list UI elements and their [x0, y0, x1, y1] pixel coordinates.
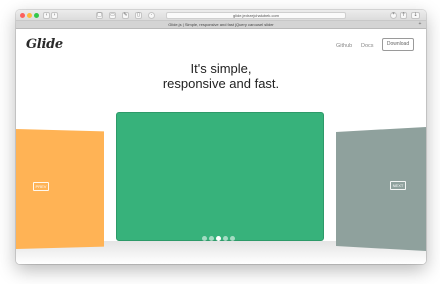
carousel-bullet[interactable] — [209, 236, 214, 241]
address-bar[interactable]: glide.jedrzejchalubek.com — [166, 12, 346, 19]
download-list-button[interactable]: ↓ — [411, 12, 420, 19]
download-button[interactable]: Download — [382, 38, 414, 51]
carousel-prev-button[interactable]: PREV — [33, 182, 49, 191]
headline-line-2: responsive and fast. — [162, 76, 280, 91]
download-icon: ↓ — [413, 12, 418, 18]
headline-line-1: It's simple, — [190, 61, 252, 76]
sidebar-button[interactable]: ▯ — [135, 12, 142, 19]
carousel-slide-previous[interactable] — [16, 129, 104, 249]
extension-button[interactable]: ✎ — [122, 12, 129, 19]
back-button[interactable]: ‹ — [43, 12, 50, 19]
shield-icon: · — [150, 12, 153, 18]
zoom-window-button[interactable] — [34, 13, 39, 18]
forward-button[interactable]: › — [51, 12, 58, 19]
page-headline: It's simple, responsive and fast. — [16, 61, 426, 91]
upload-icon: ↑ — [401, 12, 406, 18]
share-button[interactable]: □ — [96, 12, 103, 19]
tab-bar: Glide.js | Simple, responsive and fast j… — [16, 21, 426, 29]
tabs-icon: ▭ — [110, 12, 115, 18]
minimize-window-button[interactable] — [27, 13, 32, 18]
share-page-button[interactable]: ↑ — [400, 12, 407, 19]
carousel-bullet[interactable] — [223, 236, 228, 241]
nav-docs-link[interactable]: Docs — [361, 43, 374, 49]
carousel-bullet[interactable] — [202, 236, 207, 241]
close-window-button[interactable] — [20, 13, 25, 18]
browser-window: ‹ › □ ▭ ✎ ▯ · glide.jedrzejchalubek.com … — [16, 10, 426, 264]
pen-icon: ✎ — [123, 12, 128, 18]
share-icon: □ — [97, 12, 102, 18]
tabs-overview-button[interactable]: ▭ — [109, 12, 116, 19]
privacy-button[interactable]: · — [148, 12, 155, 19]
tab-title[interactable]: Glide.js | Simple, responsive and fast j… — [16, 22, 426, 27]
site-logo[interactable]: Glide — [26, 37, 63, 52]
carousel-bullets — [202, 236, 242, 242]
carousel-slide-next[interactable] — [336, 127, 426, 251]
settings-button[interactable]: * — [390, 12, 397, 19]
chevron-left-icon: ‹ — [45, 12, 48, 18]
carousel-next-button[interactable]: NEXT — [390, 181, 406, 190]
chevron-right-icon: › — [53, 12, 56, 18]
browser-toolbar: ‹ › □ ▭ ✎ ▯ · glide.jedrzejchalubek.com … — [16, 10, 426, 21]
carousel-slide-active[interactable] — [116, 112, 324, 241]
sidebar-icon: ▯ — [137, 12, 140, 18]
carousel-bullet[interactable] — [230, 236, 235, 241]
address-text: glide.jedrzejchalubek.com — [232, 13, 280, 18]
web-page: Glide Github Docs Download It's simple, … — [16, 29, 426, 264]
carousel-bullet[interactable] — [216, 236, 221, 241]
gear-icon: * — [392, 12, 395, 18]
new-tab-button[interactable]: + — [417, 22, 423, 28]
nav-github-link[interactable]: Github — [336, 43, 352, 49]
